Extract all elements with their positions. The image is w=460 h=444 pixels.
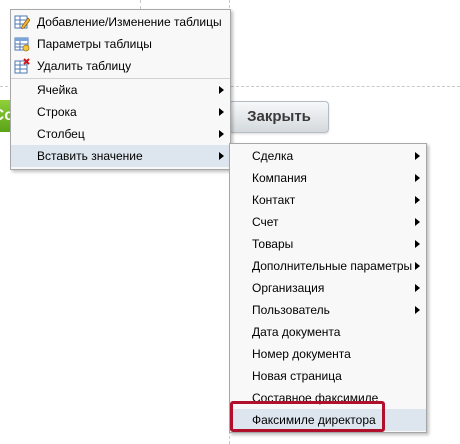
submenu-item-contact[interactable]: Контакт — [230, 189, 426, 211]
menu-item-label: Ячейка — [37, 83, 78, 97]
submenu-item-document-date[interactable]: Дата документа — [230, 321, 426, 343]
submenu-item-label: Пользователь — [252, 303, 330, 317]
submenu-item-deal[interactable]: Сделка — [230, 145, 426, 167]
submenu-item-invoice[interactable]: Счет — [230, 211, 426, 233]
submenu-arrow-icon — [415, 240, 420, 248]
submenu-arrow-icon — [219, 108, 224, 116]
submenu-item-label: Дата документа — [252, 325, 341, 339]
table-delete-icon — [14, 58, 30, 74]
submenu-arrow-icon — [219, 152, 224, 160]
submenu-item-label: Организация — [252, 281, 325, 295]
submenu-arrow-icon — [415, 284, 420, 292]
highlight-callout-box — [230, 401, 385, 432]
insert-value-submenu: Сделка Компания Контакт Счет Товары Допо… — [229, 143, 427, 433]
submenu-item-label: Счет — [252, 215, 279, 229]
submenu-arrow-icon — [415, 306, 420, 314]
menu-item-label: Удалить таблицу — [37, 59, 132, 73]
menu-item-label: Столбец — [37, 127, 85, 141]
table-properties-icon — [14, 37, 30, 52]
menu-item-insert-value[interactable]: Вставить значение — [11, 145, 230, 167]
submenu-arrow-icon — [415, 218, 420, 226]
submenu-item-label: Сделка — [252, 149, 294, 163]
submenu-item-label: Дополнительные параметры — [252, 259, 413, 273]
menu-item-label: Вставить значение — [37, 149, 143, 163]
submenu-item-company[interactable]: Компания — [230, 167, 426, 189]
submenu-item-new-page[interactable]: Новая страница — [230, 365, 426, 387]
background-guide-line — [140, 0, 141, 9]
menu-item-edit-table[interactable]: Добавление/Изменение таблицы — [11, 11, 230, 33]
menu-item-label: Строка — [37, 105, 77, 119]
submenu-arrow-icon — [415, 262, 420, 270]
submenu-item-products[interactable]: Товары — [230, 233, 426, 255]
submenu-arrow-icon — [415, 196, 420, 204]
menu-item-row[interactable]: Строка — [11, 101, 230, 123]
submenu-arrow-icon — [415, 174, 420, 182]
submenu-item-user[interactable]: Пользователь — [230, 299, 426, 321]
submenu-item-label: Номер документа — [252, 347, 351, 361]
menu-item-column[interactable]: Столбец — [11, 123, 230, 145]
menu-item-label: Добавление/Изменение таблицы — [37, 15, 222, 29]
table-context-menu: Добавление/Изменение таблицы Параметры т… — [10, 9, 231, 170]
submenu-arrow-icon — [219, 86, 224, 94]
submenu-item-organization[interactable]: Организация — [230, 277, 426, 299]
menu-item-table-properties[interactable]: Параметры таблицы — [11, 33, 230, 55]
close-button[interactable]: Закрыть — [229, 101, 329, 133]
menu-item-label: Параметры таблицы — [37, 37, 152, 51]
menu-item-cell[interactable]: Ячейка — [11, 79, 230, 101]
submenu-item-label: Компания — [252, 171, 307, 185]
submenu-arrow-icon — [219, 130, 224, 138]
submenu-item-document-number[interactable]: Номер документа — [230, 343, 426, 365]
menu-item-delete-table[interactable]: Удалить таблицу — [11, 55, 230, 77]
submenu-item-label: Контакт — [252, 193, 296, 207]
submenu-arrow-icon — [415, 152, 420, 160]
submenu-item-additional-params[interactable]: Дополнительные параметры — [230, 255, 426, 277]
submenu-item-label: Новая страница — [252, 369, 342, 383]
table-edit-icon — [14, 15, 30, 29]
submenu-item-label: Товары — [252, 237, 294, 251]
